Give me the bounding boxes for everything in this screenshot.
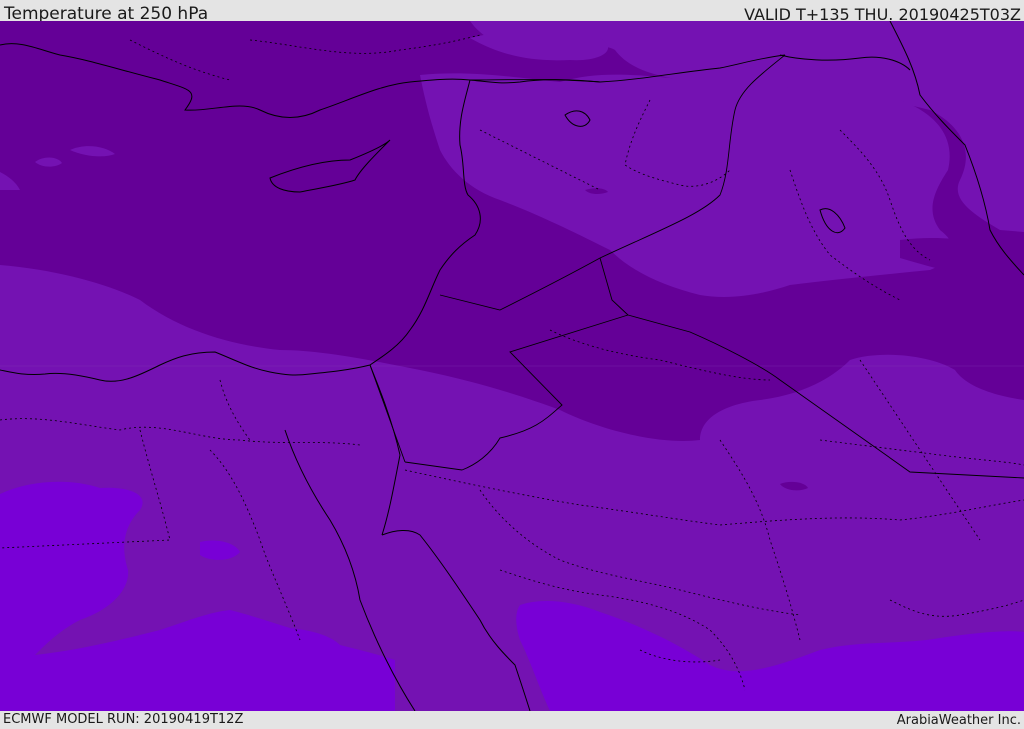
footer-bar: ECMWF MODEL RUN: 20190419T12Z ArabiaWeat…: [0, 711, 1024, 729]
header-bar: Temperature at 250 hPa VALID T+135 THU. …: [0, 0, 1024, 24]
map-canvas: [0, 21, 1024, 711]
temperature-map[interactable]: [0, 21, 1024, 711]
model-run-label: ECMWF MODEL RUN: 20190419T12Z: [3, 712, 244, 727]
credit-label: ArabiaWeather Inc.: [896, 713, 1021, 728]
